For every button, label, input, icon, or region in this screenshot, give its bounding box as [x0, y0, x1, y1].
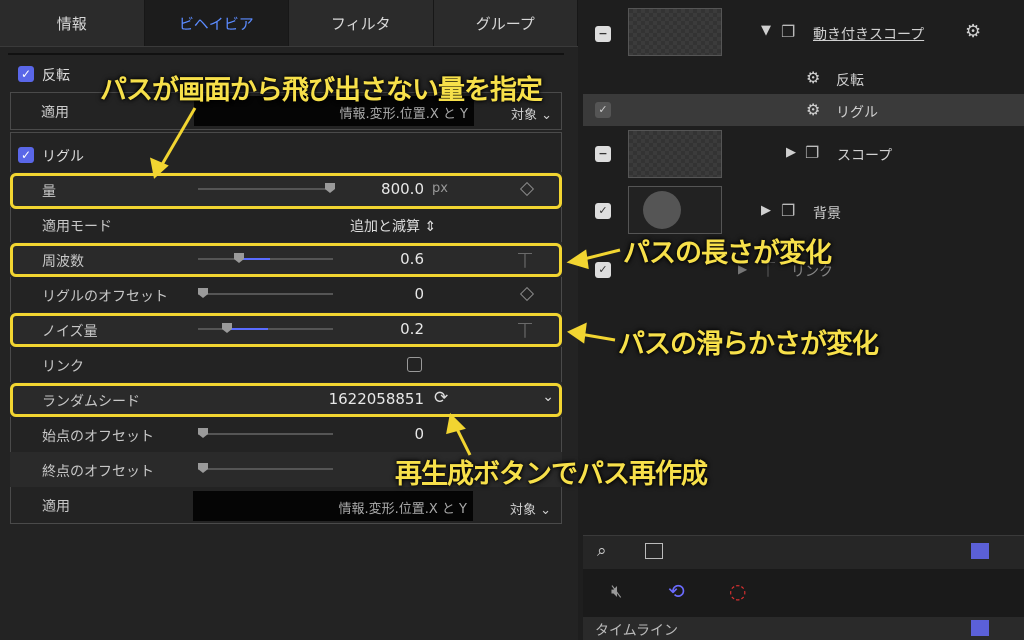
arrowhead [566, 322, 587, 344]
arrow-amount [158, 107, 197, 169]
arrowhead [566, 249, 589, 270]
callout-length: パスの長さが変化 [623, 238, 832, 269]
callout-regenerate: 再生成ボタンでパス再作成 [395, 459, 708, 490]
callout-smoothness: パスの滑らかさが変化 [618, 329, 879, 360]
callout-amount: パスが画面から飛び出さない量を指定 [100, 75, 543, 106]
arrowhead [446, 412, 466, 435]
